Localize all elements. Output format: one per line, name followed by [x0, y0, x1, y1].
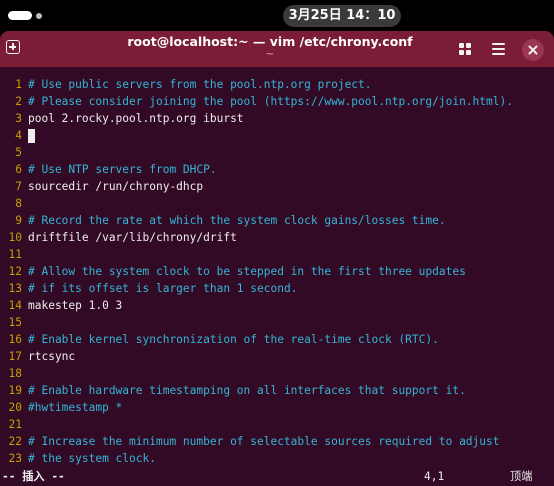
line-number: 6: [15, 163, 22, 176]
editor-line[interactable]: 4: [0, 127, 554, 144]
close-icon[interactable]: [522, 39, 544, 61]
editor-line[interactable]: 1 # Use public servers from the pool.ntp.…: [0, 76, 554, 93]
line-number: 19: [8, 384, 22, 397]
line-number: 10: [8, 231, 22, 244]
editor-line[interactable]: 13 # if its offset is larger than 1 secon…: [0, 280, 554, 297]
line-number: 7: [15, 180, 22, 193]
line-number: 23: [8, 452, 22, 465]
line-number: 9: [15, 214, 22, 227]
editor-line[interactable]: 12 # Allow the system clock to be stepped…: [0, 263, 554, 280]
clock[interactable]: 3月25日 14：10: [283, 5, 401, 27]
comment-text: # Allow the system clock to be stepped i…: [28, 265, 466, 278]
editor-line[interactable]: 2 # Please consider joining the pool (htt…: [0, 93, 554, 110]
cursor-position: 4,1: [424, 470, 445, 483]
comment-text: # Please consider joining the pool (http…: [28, 95, 513, 108]
terminal-window: root@localhost:~ — vim /etc/chrony.conf …: [0, 31, 554, 486]
config-text: rtcsync: [28, 350, 76, 363]
editor-line[interactable]: 22 # Increase the minimum number of selec…: [0, 433, 554, 450]
line-number: 11: [8, 248, 22, 261]
line-number: 15: [8, 316, 22, 329]
comment-text: # Use NTP servers from DHCP.: [28, 163, 217, 176]
workspace-dot-icon: [36, 12, 42, 19]
editor-line[interactable]: 19 # Enable hardware timestamping on all …: [0, 382, 554, 399]
line-number: 13: [8, 282, 22, 295]
editor-line[interactable]: 5: [0, 144, 554, 161]
comment-text: # Record the rate at which the system cl…: [28, 214, 446, 227]
comment-text: # Increase the minimum number of selecta…: [28, 435, 500, 448]
editor-line[interactable]: 20 #hwtimestamp *: [0, 399, 554, 416]
line-number: 22: [8, 435, 22, 448]
editor-line[interactable]: 3 pool 2.rocky.pool.ntp.org iburst: [0, 110, 554, 127]
comment-text: # the system clock.: [28, 452, 156, 465]
editor-line[interactable]: 23 # the system clock.: [0, 450, 554, 467]
comment-text: # Use public servers from the pool.ntp.o…: [28, 78, 372, 91]
line-number: 8: [15, 197, 22, 210]
hamburger-menu-icon[interactable]: [492, 43, 505, 55]
line-number: 18: [8, 367, 22, 380]
editor-line[interactable]: 9 # Record the rate at which the system c…: [0, 212, 554, 229]
window-subtitle: ~: [265, 49, 275, 60]
window-title: root@localhost:~ — vim /etc/chrony.conf: [127, 34, 413, 49]
line-number: 12: [8, 265, 22, 278]
editor-line[interactable]: 16 # Enable kernel synchronization of the…: [0, 331, 554, 348]
new-tab-icon[interactable]: [6, 40, 20, 54]
line-number: 4: [15, 129, 22, 142]
editor-line[interactable]: 17 rtcsync: [0, 348, 554, 365]
grid-view-icon[interactable]: [459, 43, 471, 55]
editor-line[interactable]: 15: [0, 314, 554, 331]
desktop-screen: 3月25日 14：10 root@localhost:~ — vim /etc/…: [0, 0, 554, 486]
config-text: makestep 1.0 3: [28, 299, 123, 312]
line-number: 21: [8, 418, 22, 431]
terminal-headerbar: root@localhost:~ — vim /etc/chrony.conf …: [0, 31, 554, 67]
config-text: sourcedir /run/chrony-dhcp: [28, 180, 204, 193]
editor-line[interactable]: 10 driftfile /var/lib/chrony/drift: [0, 229, 554, 246]
vim-mode-indicator: -- 插入 --: [2, 470, 65, 483]
comment-text: #hwtimestamp *: [28, 401, 123, 414]
line-number: 5: [15, 146, 22, 159]
editor-line[interactable]: 8: [0, 195, 554, 212]
line-number: 14: [8, 299, 22, 312]
config-text: driftfile /var/lib/chrony/drift: [28, 231, 237, 244]
scroll-position: 顶端: [510, 470, 533, 483]
editor-line[interactable]: 7 sourcedir /run/chrony-dhcp: [0, 178, 554, 195]
workspace-active-icon: [8, 11, 32, 20]
config-text: pool 2.rocky.pool.ntp.org iburst: [28, 112, 244, 125]
comment-text: # if its offset is larger than 1 second.: [28, 282, 298, 295]
text-cursor: [28, 129, 35, 143]
line-number: 2: [15, 95, 22, 108]
gnome-top-bar: 3月25日 14：10: [0, 0, 554, 31]
activities-indicator[interactable]: [8, 11, 42, 20]
editor-line[interactable]: 18: [0, 365, 554, 382]
vim-status-line: -- 插入 -- 4,1 顶端: [0, 467, 554, 486]
editor-line[interactable]: 21: [0, 416, 554, 433]
vim-editor[interactable]: 1 # Use public servers from the pool.ntp.…: [0, 76, 554, 467]
line-number: 3: [15, 112, 22, 125]
editor-line[interactable]: 6 # Use NTP servers from DHCP.: [0, 161, 554, 178]
line-number: 20: [8, 401, 22, 414]
comment-text: # Enable kernel synchronization of the r…: [28, 333, 439, 346]
editor-line[interactable]: 14 makestep 1.0 3: [0, 297, 554, 314]
line-number: 17: [8, 350, 22, 363]
editor-line[interactable]: 11: [0, 246, 554, 263]
line-number: 16: [8, 333, 22, 346]
comment-text: # Enable hardware timestamping on all in…: [28, 384, 466, 397]
line-number: 1: [15, 78, 22, 91]
